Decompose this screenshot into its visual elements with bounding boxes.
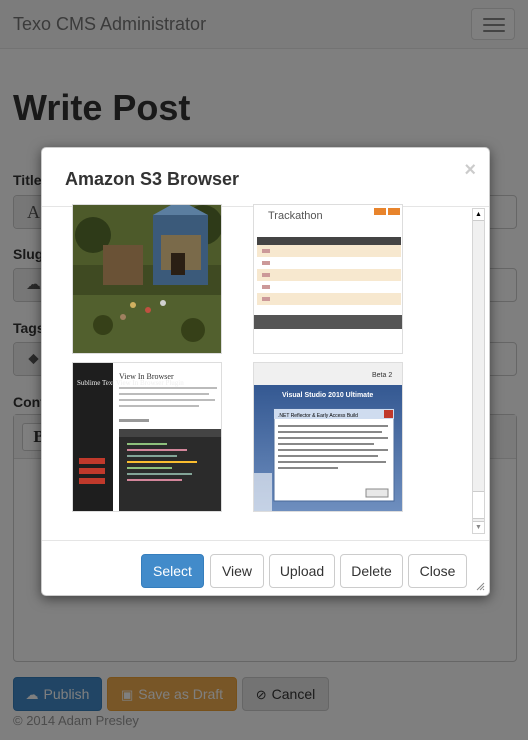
upload-button[interactable]: Upload bbox=[269, 554, 335, 588]
scroll-up-icon[interactable]: ▲ bbox=[473, 209, 484, 221]
select-button[interactable]: Select bbox=[141, 554, 204, 588]
resize-handle-icon[interactable] bbox=[476, 582, 485, 591]
svg-text:.NET Reflector & Early Access: .NET Reflector & Early Access Build bbox=[278, 413, 358, 419]
close-button[interactable]: Close bbox=[408, 554, 467, 588]
close-icon[interactable]: × bbox=[464, 160, 476, 180]
visual-studio-image: Beta 2 Visual Studio 2010 Ultimate .NET … bbox=[254, 363, 402, 511]
modal-footer: Select View Upload Delete Close bbox=[42, 540, 489, 595]
svg-text:Visual Studio 2010 Ultimate: Visual Studio 2010 Ultimate bbox=[282, 392, 373, 399]
modal-header: Amazon S3 Browser × bbox=[42, 148, 489, 207]
thumbnail-trackathon[interactable]: Trackathon bbox=[253, 204, 403, 354]
game-village-image bbox=[73, 205, 221, 353]
trackathon-image: Trackathon bbox=[254, 205, 402, 353]
view-button[interactable]: View bbox=[210, 554, 264, 588]
svg-text:View In Browser: View In Browser bbox=[119, 372, 174, 381]
thumbnail-game-village[interactable] bbox=[72, 204, 222, 354]
scroll-down-icon[interactable]: ▼ bbox=[473, 521, 484, 533]
thumbnail-view-in-browser[interactable]: Sublime Text View In Browser Plugin View… bbox=[72, 362, 222, 512]
view-in-browser-image: Sublime Text View In Browser Plugin View… bbox=[73, 363, 221, 511]
modal-scrollbar[interactable]: ▲ ▼ bbox=[472, 208, 485, 534]
thumbnail-visual-studio[interactable]: Beta 2 Visual Studio 2010 Ultimate .NET … bbox=[253, 362, 403, 512]
file-browser: Trackathon Sublime Text View In Browser … bbox=[42, 204, 489, 537]
modal-title: Amazon S3 Browser bbox=[65, 169, 240, 189]
scroll-thumb[interactable] bbox=[473, 491, 484, 519]
svg-text:Beta 2: Beta 2 bbox=[372, 372, 392, 379]
s3-browser-modal: Amazon S3 Browser × Trackathon Sublime T… bbox=[41, 147, 490, 596]
svg-text:Trackathon: Trackathon bbox=[268, 210, 323, 222]
delete-button[interactable]: Delete bbox=[340, 554, 403, 588]
